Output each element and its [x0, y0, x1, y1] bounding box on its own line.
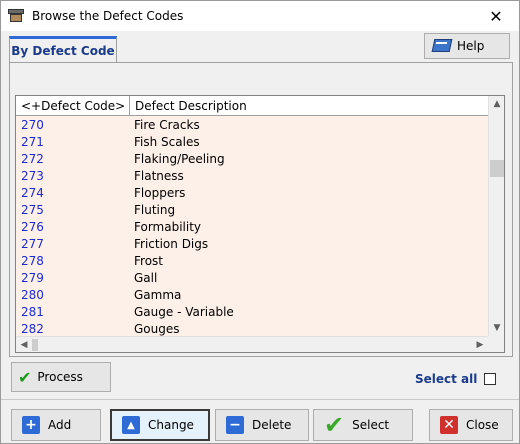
defect-description-cell: Frost: [134, 253, 163, 268]
select-all-checkbox[interactable]: [484, 373, 496, 385]
help-button-label: Help: [457, 39, 485, 53]
table-row[interactable]: 274 Floppers: [16, 184, 488, 201]
grid-header: <+Defect Code> Defect Description: [16, 96, 488, 116]
table-row[interactable]: 279 Gall: [16, 269, 488, 286]
table-row[interactable]: 280 Gamma: [16, 286, 488, 303]
defect-code-cell: 279: [21, 270, 44, 285]
defect-code-cell: 277: [21, 236, 44, 251]
plus-icon: +: [22, 416, 40, 434]
defect-code-cell: 281: [21, 304, 44, 319]
scroll-left-icon[interactable]: ◀: [16, 337, 32, 353]
close-x-icon: ✕: [440, 416, 458, 434]
table-row[interactable]: 275 Fluting: [16, 201, 488, 218]
window-title: Browse the Defect Codes: [32, 9, 184, 23]
window-close-button[interactable]: ✕: [473, 1, 519, 31]
tab-label: By Defect Code: [11, 44, 115, 58]
change-button-label: Change: [148, 418, 194, 432]
defect-description-cell: Flatness: [134, 168, 184, 183]
defect-code-cell: 282: [21, 321, 44, 336]
select-button-label: Select: [352, 418, 390, 432]
up-triangle-icon: ▲: [122, 416, 140, 434]
defect-description-cell: Floppers: [134, 185, 186, 200]
defect-code-cell: 278: [21, 253, 44, 268]
select-all-label[interactable]: Select all: [415, 372, 477, 386]
vertical-scroll-thumb[interactable]: [490, 160, 504, 177]
table-row[interactable]: 270 Fire Cracks: [16, 116, 488, 133]
defect-code-grid[interactable]: <+Defect Code> Defect Description 270 Fir…: [15, 95, 505, 353]
defect-code-cell: 271: [21, 134, 44, 149]
horizontal-scroll-thumb[interactable]: [32, 339, 38, 351]
defect-code-cell: 272: [21, 151, 44, 166]
defect-code-cell: 280: [21, 287, 44, 302]
table-row[interactable]: 278 Frost: [16, 252, 488, 269]
table-row[interactable]: 281 Gauge - Variable: [16, 303, 488, 320]
table-row[interactable]: 272 Flaking/Peeling: [16, 150, 488, 167]
table-row[interactable]: 282 Gouges: [16, 320, 488, 337]
close-button-label: Close: [466, 418, 499, 432]
vertical-scrollbar[interactable]: ▲ ▼: [488, 96, 504, 336]
add-button[interactable]: + Add: [11, 409, 101, 441]
change-button[interactable]: ▲ Change: [110, 409, 210, 441]
defect-description-cell: Gamma: [134, 287, 182, 302]
close-icon: ✕: [489, 6, 503, 26]
horizontal-scrollbar[interactable]: ◀ ▶: [16, 336, 488, 352]
column-header-defect-description[interactable]: Defect Description: [130, 96, 488, 115]
process-button[interactable]: ✔ Process: [11, 362, 111, 392]
defect-description-cell: Fluting: [134, 202, 176, 217]
scrollbar-corner: [488, 336, 504, 352]
defect-description-cell: Gall: [134, 270, 158, 285]
title-bar: Browse the Defect Codes ✕: [1, 1, 519, 31]
checkmark-icon: ✔: [18, 367, 32, 387]
select-button[interactable]: ✔ Select: [313, 409, 413, 441]
delete-button-label: Delete: [252, 418, 292, 432]
table-row[interactable]: 271 Fish Scales: [16, 133, 488, 150]
add-button-label: Add: [48, 418, 72, 432]
checkmark-icon: ✔: [324, 411, 345, 439]
scroll-down-icon[interactable]: ▼: [489, 320, 505, 336]
button-bar-divider: [1, 399, 519, 400]
defect-description-cell: Gauge - Variable: [134, 304, 234, 319]
defect-code-cell: 274: [21, 185, 44, 200]
close-button[interactable]: ✕ Close: [429, 409, 513, 441]
dialog-window: Browse the Defect Codes ✕ By Defect Code…: [0, 0, 520, 444]
delete-button[interactable]: − Delete: [215, 409, 309, 441]
defect-code-cell: 273: [21, 168, 44, 183]
help-button[interactable]: Help: [424, 33, 510, 59]
table-row[interactable]: 273 Flatness: [16, 167, 488, 184]
process-button-label: Process: [37, 370, 83, 384]
defect-code-cell: 276: [21, 219, 44, 234]
defect-description-cell: Gouges: [134, 321, 180, 336]
defect-code-cell: 270: [21, 117, 44, 132]
defect-description-cell: Formability: [134, 219, 202, 234]
column-header-defect-code[interactable]: <+Defect Code>: [16, 96, 130, 115]
table-row[interactable]: 277 Friction Digs: [16, 235, 488, 252]
table-row[interactable]: 276 Formability: [16, 218, 488, 235]
defect-description-cell: Fire Cracks: [134, 117, 200, 132]
minus-icon: −: [226, 416, 244, 434]
book-icon: [431, 39, 453, 53]
grid-rows: 270 Fire Cracks 271 Fish Scales 272 Flaking/P…: [16, 116, 488, 337]
defect-code-cell: 275: [21, 202, 44, 217]
defect-description-cell: Flaking/Peeling: [134, 151, 225, 166]
tab-by-defect-code[interactable]: By Defect Code: [9, 36, 117, 63]
defect-description-cell: Fish Scales: [134, 134, 200, 149]
app-icon: [8, 9, 24, 23]
scroll-up-icon[interactable]: ▲: [489, 96, 505, 112]
defect-description-cell: Friction Digs: [134, 236, 209, 251]
scroll-right-icon[interactable]: ▶: [472, 337, 488, 353]
